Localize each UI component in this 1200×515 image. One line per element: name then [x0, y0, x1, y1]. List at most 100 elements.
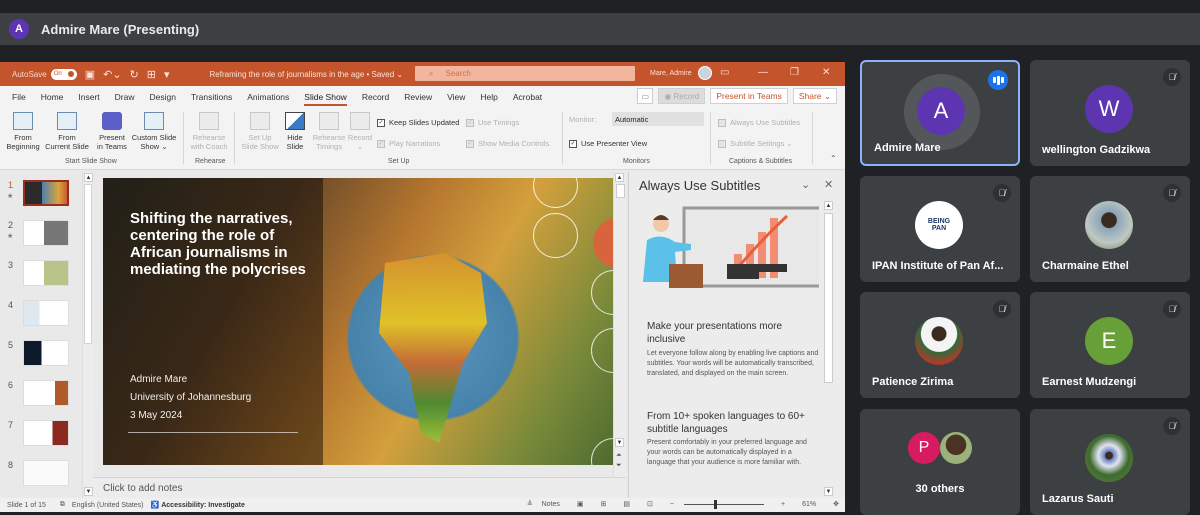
minimize-icon[interactable]: —: [758, 67, 768, 78]
tab-draw[interactable]: Draw: [115, 88, 135, 106]
participant-tile[interactable]: A Admire Mare: [860, 60, 1020, 166]
slide-thumbnail[interactable]: 1 ★: [0, 180, 80, 216]
previous-slide-icon[interactable]: ⏶: [616, 452, 622, 460]
pane-scrollbar[interactable]: ▲ ▼: [823, 201, 834, 498]
keep-slides-updated-checkbox[interactable]: ✓ Keep Slides Updated: [377, 118, 459, 127]
monitor-select[interactable]: Automatic: [612, 112, 704, 126]
share-button[interactable]: Share ⌄: [792, 88, 837, 104]
zoom-slider[interactable]: [684, 499, 765, 509]
tab-transitions[interactable]: Transitions: [191, 88, 232, 106]
user-account[interactable]: Mare, Admire: [650, 66, 712, 80]
participant-tile[interactable]: 🎙̸ Patience Zirima: [860, 292, 1020, 398]
customize-qat-icon[interactable]: ▾: [164, 68, 170, 81]
reading-view-icon[interactable]: ▤: [623, 500, 630, 508]
show-media-controls-checkbox[interactable]: ✓ Show Media Controls: [466, 139, 549, 148]
scroll-up-icon[interactable]: ▲: [824, 201, 833, 210]
slide-scrollbar[interactable]: ▲ ▼ ⏶ ⏷: [613, 172, 626, 477]
notes-toggle[interactable]: ≜ Notes: [527, 500, 560, 508]
next-slide-icon[interactable]: ⏷: [616, 462, 622, 470]
spell-check-icon[interactable]: ⧉: [60, 501, 65, 509]
collapse-ribbon-icon[interactable]: ⌃: [830, 154, 837, 163]
tab-insert[interactable]: Insert: [78, 88, 99, 106]
pane-options-icon[interactable]: ⌄: [801, 178, 810, 191]
zoom-in-icon[interactable]: +: [781, 501, 785, 508]
scroll-up-icon[interactable]: ▲: [84, 173, 93, 182]
scroll-up-icon[interactable]: ▲: [615, 173, 624, 182]
restore-icon[interactable]: ❐: [790, 67, 799, 78]
scroll-thumb[interactable]: [824, 213, 833, 383]
scroll-thumb[interactable]: [84, 184, 92, 344]
always-use-subtitles-checkbox[interactable]: Always Use Subtitles: [718, 118, 800, 127]
redo-icon[interactable]: ↻: [130, 68, 139, 81]
scroll-down-icon[interactable]: ▼: [84, 487, 93, 496]
autosave-toggle[interactable]: On: [50, 68, 77, 80]
participant-tile[interactable]: 🎙̸ Lazarus Sauti: [1030, 409, 1190, 515]
from-current-slide-button[interactable]: From Current Slide: [42, 112, 92, 151]
use-timings-checkbox[interactable]: ✓ Use Timings: [466, 118, 519, 127]
tab-acrobat[interactable]: Acrobat: [513, 88, 542, 106]
pane-close-icon[interactable]: ✕: [824, 178, 833, 191]
present-icon[interactable]: ⊞: [147, 68, 156, 81]
slide-thumbnail[interactable]: 5: [0, 340, 80, 376]
slide-title[interactable]: Shifting the narratives, centering the r…: [130, 210, 310, 278]
zoom-level[interactable]: 61%: [802, 501, 816, 508]
record-ribbon-button[interactable]: Record ⌄: [346, 112, 374, 151]
close-icon[interactable]: ✕: [822, 67, 830, 78]
language-indicator[interactable]: English (United States): [72, 502, 144, 509]
zoom-out-icon[interactable]: −: [670, 501, 674, 508]
participant-tile[interactable]: E 🎙̸ Earnest Mudzengi: [1030, 292, 1190, 398]
slide-thumbnail[interactable]: 7: [0, 420, 80, 456]
slide-date[interactable]: 3 May 2024: [130, 410, 182, 421]
undo-icon[interactable]: ↶⌄: [103, 68, 121, 81]
slide-canvas[interactable]: Shifting the narratives, centering the r…: [103, 178, 613, 465]
fit-to-window-icon[interactable]: ✥: [833, 500, 839, 508]
save-icon[interactable]: ▣: [85, 68, 95, 81]
slide-show-icon[interactable]: ⊡: [647, 500, 653, 508]
scroll-down-icon[interactable]: ▼: [615, 438, 624, 447]
tab-help[interactable]: Help: [480, 88, 497, 106]
play-narrations-checkbox[interactable]: ✓ Play Narrations: [377, 139, 440, 148]
slide-thumbnail[interactable]: 2 ★: [0, 220, 80, 256]
normal-view-icon[interactable]: ▣: [577, 500, 584, 508]
others-tile[interactable]: P 30 others: [860, 409, 1020, 515]
tab-design[interactable]: Design: [150, 88, 176, 106]
tab-record[interactable]: Record: [362, 88, 389, 106]
record-button[interactable]: ◉ Record: [658, 88, 706, 104]
participant-tile[interactable]: BEING PAN 🎙̸ IPAN Institute of Pan Af...: [860, 176, 1020, 282]
participant-tile[interactable]: 🎙̸ Charmaine Ethel: [1030, 176, 1190, 282]
tab-slide-show[interactable]: Slide Show: [304, 88, 347, 106]
participant-tile[interactable]: W 🎙̸ wellington Gadzikwa: [1030, 60, 1190, 166]
zoom-slider-knob[interactable]: [714, 499, 718, 509]
present-in-teams-ribbon-button[interactable]: Present in Teams: [94, 112, 130, 151]
document-title[interactable]: Reframing the role of journalisms in the…: [210, 70, 404, 79]
present-in-teams-button[interactable]: Present in Teams: [710, 88, 788, 104]
tab-view[interactable]: View: [447, 88, 465, 106]
thumbnails-scrollbar[interactable]: ▲ ▼: [82, 172, 93, 498]
accessibility-status[interactable]: Accessibility: Investigate: [161, 502, 245, 509]
custom-slide-show-button[interactable]: Custom Slide Show ⌄: [128, 112, 180, 151]
scroll-thumb[interactable]: [616, 184, 625, 198]
slide-sorter-icon[interactable]: ⊞: [601, 500, 607, 508]
search-box[interactable]: ⌕ Search: [415, 66, 635, 81]
tab-review[interactable]: Review: [404, 88, 432, 106]
use-presenter-view-checkbox[interactable]: ✓ Use Presenter View: [569, 139, 647, 148]
set-up-slide-show-button[interactable]: Set Up Slide Show: [240, 112, 280, 151]
rehearse-timings-button[interactable]: Rehearse Timings: [312, 112, 346, 151]
slide-affiliation[interactable]: University of Johannesburg: [130, 392, 251, 403]
ribbon-display-icon[interactable]: ▭: [720, 67, 729, 78]
slide-author[interactable]: Admire Mare: [130, 374, 187, 385]
rehearse-with-coach-button[interactable]: Rehearse with Coach: [188, 112, 230, 151]
hide-slide-button[interactable]: Hide Slide: [282, 112, 308, 151]
notes-pane[interactable]: Click to add notes: [93, 477, 626, 499]
slide-thumbnail[interactable]: 8: [0, 460, 80, 496]
tab-file[interactable]: File: [12, 88, 26, 106]
from-beginning-button[interactable]: From Beginning: [4, 112, 42, 151]
comments-icon[interactable]: ▭: [637, 88, 654, 104]
scroll-down-icon[interactable]: ▼: [824, 487, 833, 496]
slide-thumbnail[interactable]: 4: [0, 300, 80, 336]
tab-home[interactable]: Home: [41, 88, 64, 106]
slide-thumbnail[interactable]: 6: [0, 380, 80, 416]
subtitle-settings-button[interactable]: Subtitle Settings ⌄: [718, 139, 793, 148]
slide-thumbnail[interactable]: 3: [0, 260, 80, 296]
tab-animations[interactable]: Animations: [247, 88, 289, 106]
